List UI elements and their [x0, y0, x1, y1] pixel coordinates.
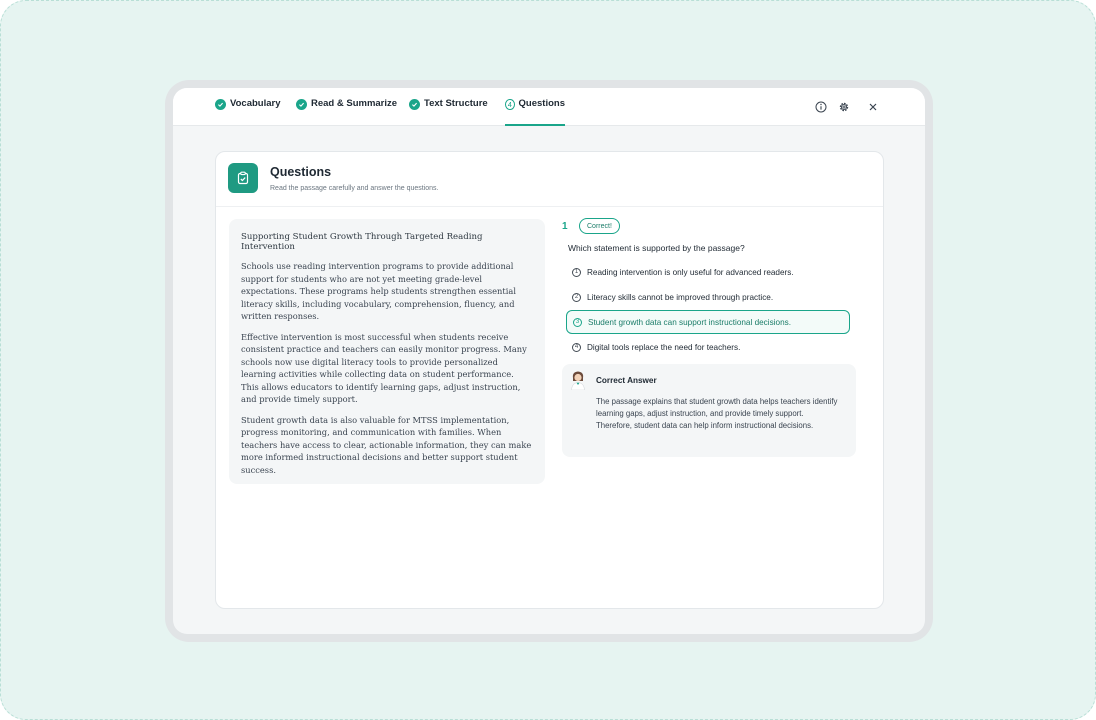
- option-text: Literacy skills cannot be improved throu…: [587, 292, 774, 302]
- tab-label: Vocabulary: [230, 98, 281, 109]
- option-number: 1: [572, 267, 581, 277]
- tab-label: Text Structure: [424, 98, 488, 109]
- option-text: Digital tools replace the need for teach…: [587, 342, 741, 352]
- correct-answer-panel: Correct Answer The passage explains that…: [562, 364, 856, 457]
- reading-passage: Supporting Student Growth Through Target…: [229, 219, 545, 484]
- tab-label: Read & Summarize: [311, 98, 398, 109]
- tab-vocabulary[interactable]: Vocabulary: [215, 98, 281, 126]
- passage-paragraph: Effective intervention is most successfu…: [241, 331, 527, 405]
- passage-paragraph: Student growth data is also valuable for…: [241, 414, 532, 475]
- question-text: Which statement is supported by the pass…: [568, 243, 745, 253]
- info-icon[interactable]: [815, 101, 827, 113]
- option-text: Student growth data can support instruct…: [588, 317, 791, 327]
- card-header: Questions Read the passage carefully and…: [216, 152, 883, 207]
- answer-option-1[interactable]: 1 Reading intervention is only useful fo…: [566, 260, 850, 284]
- questions-card: Questions Read the passage carefully and…: [215, 151, 884, 609]
- page-subtitle: Read the passage carefully and answer th…: [270, 185, 439, 192]
- tab-label: Questions: [518, 98, 565, 109]
- teacher-avatar: [571, 371, 585, 390]
- correct-badge: Correct!: [579, 218, 620, 234]
- option-number: 3: [573, 317, 582, 327]
- answer-title: Correct Answer: [596, 376, 657, 385]
- option-number: 4: [572, 342, 581, 352]
- tab-read-summarize[interactable]: Read & Summarize: [296, 98, 397, 126]
- tab-text-structure[interactable]: Text Structure: [409, 98, 488, 126]
- device-frame: Vocabulary Read & Summarize Text Structu…: [165, 80, 933, 642]
- page-title: Questions: [270, 165, 332, 179]
- option-number: 2: [572, 292, 581, 302]
- close-icon[interactable]: [867, 101, 879, 113]
- gear-icon[interactable]: [838, 101, 850, 113]
- tab-questions[interactable]: 4 Questions: [505, 98, 565, 126]
- step-navigation: Vocabulary Read & Summarize Text Structu…: [173, 88, 925, 126]
- answer-option-3[interactable]: 3 Student growth data can support instru…: [566, 310, 850, 334]
- page-background: Vocabulary Read & Summarize Text Structu…: [0, 0, 1096, 720]
- answer-option-4[interactable]: 4 Digital tools replace the need for tea…: [566, 335, 850, 359]
- passage-paragraph: Schools use reading intervention program…: [241, 261, 516, 321]
- answer-explanation: The passage explains that student growth…: [596, 397, 838, 430]
- app-screen: Vocabulary Read & Summarize Text Structu…: [173, 88, 925, 634]
- passage-title: Supporting Student Growth Through Target…: [241, 232, 483, 252]
- check-icon: [409, 99, 420, 110]
- check-icon: [296, 99, 307, 110]
- option-text: Reading intervention is only useful for …: [587, 267, 794, 277]
- clipboard-check-icon: [228, 163, 258, 193]
- check-icon: [215, 99, 226, 110]
- answer-option-2[interactable]: 2 Literacy skills cannot be improved thr…: [566, 285, 850, 309]
- step-number: 4: [505, 99, 515, 110]
- question-number: 1: [562, 221, 568, 232]
